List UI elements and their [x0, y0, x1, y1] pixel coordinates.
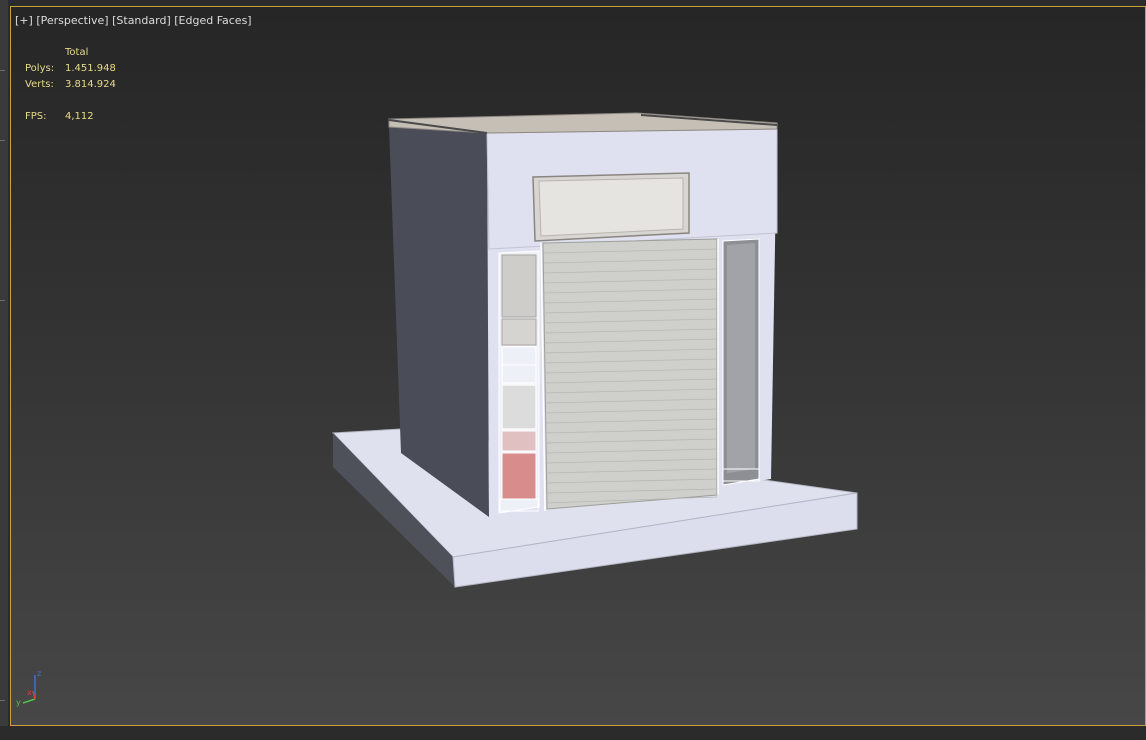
shelf-red-items	[501, 430, 537, 452]
cooler-red	[501, 452, 537, 500]
bottom-strip	[0, 726, 1146, 740]
kiosk-3d-model[interactable]	[11, 7, 1146, 726]
signboard-inner	[538, 177, 684, 237]
shelf-box	[501, 254, 537, 318]
strip-tick	[0, 70, 5, 71]
roof-slab	[388, 112, 778, 134]
strip-tick	[0, 140, 5, 141]
shelf-wire	[501, 384, 537, 430]
right-window-inner	[727, 243, 755, 473]
axis-x-label: x	[27, 688, 32, 697]
axis-y-label: y	[16, 698, 21, 707]
shelf-box	[501, 318, 537, 346]
strip-tick	[0, 700, 5, 701]
left-toolbar-strip	[0, 0, 8, 740]
axis-z-label: z	[37, 669, 41, 678]
axis-tripod-icon: z x y	[16, 669, 41, 707]
perspective-viewport[interactable]: [+] [Perspective] [Standard] [Edged Face…	[10, 6, 1146, 726]
strip-tick	[0, 300, 5, 301]
